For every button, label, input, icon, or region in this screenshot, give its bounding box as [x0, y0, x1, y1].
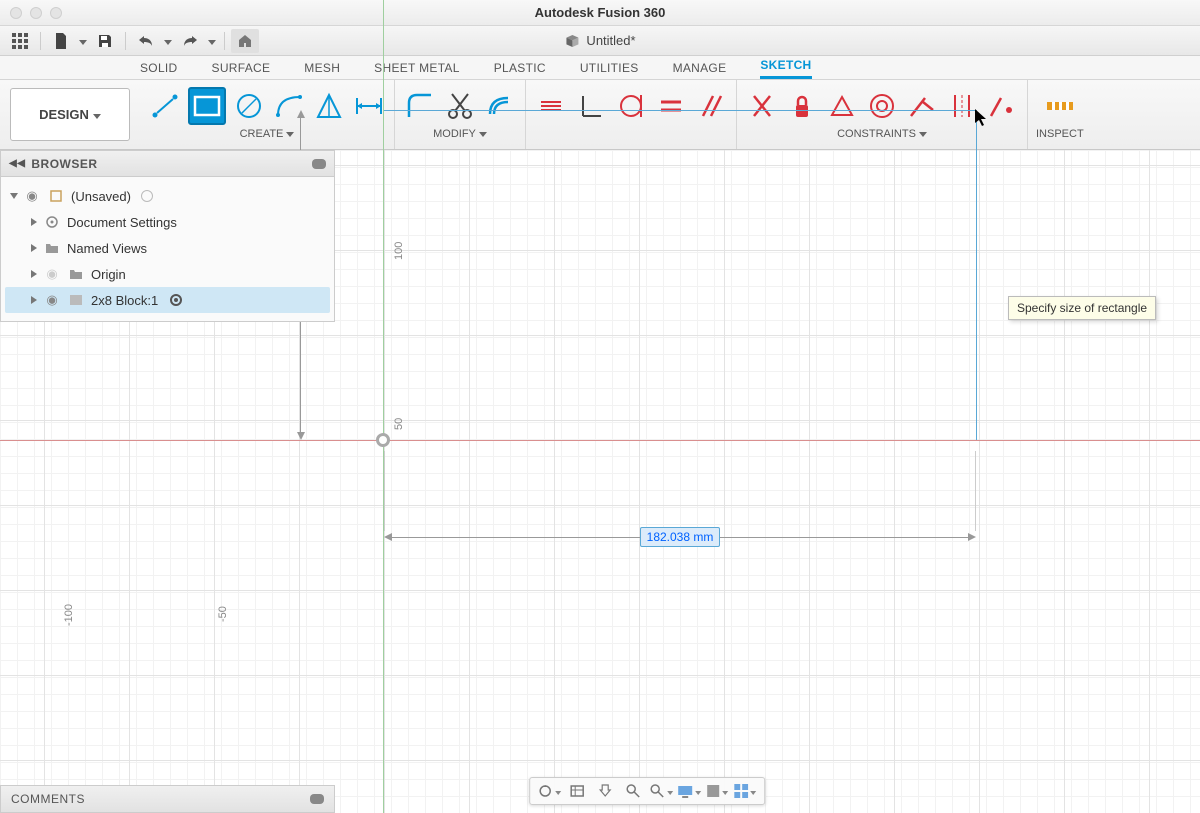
pan-icon[interactable]	[592, 780, 618, 802]
look-at-icon[interactable]	[564, 780, 590, 802]
sketch-rectangle[interactable]	[384, 110, 977, 440]
comments-title: COMMENTS	[11, 792, 85, 806]
undo-dropdown-icon[interactable]	[162, 29, 174, 53]
browser-tree: ◉ (Unsaved) Document Settings Named View…	[1, 177, 334, 321]
ribbon-tabs: SOLID SURFACE MESH SHEET METAL PLASTIC U…	[0, 56, 1200, 80]
tree-document-settings-label: Document Settings	[67, 215, 177, 230]
pin-icon[interactable]	[312, 159, 326, 169]
browser-title: BROWSER	[31, 157, 97, 171]
tree-root[interactable]: ◉ (Unsaved)	[5, 183, 330, 209]
dimension-tool-icon[interactable]	[352, 89, 386, 123]
home-icon[interactable]	[231, 29, 259, 53]
tab-sketch[interactable]: SKETCH	[760, 58, 811, 79]
display-settings-icon[interactable]	[676, 780, 702, 802]
comments-panel-header[interactable]: COMMENTS	[0, 785, 335, 813]
viewport-layout-icon[interactable]	[732, 780, 758, 802]
tab-manage[interactable]: MANAGE	[673, 61, 727, 79]
polygon-tool-icon[interactable]	[312, 89, 346, 123]
x-axis	[0, 440, 1200, 441]
workspace-label: DESIGN	[39, 107, 89, 122]
undo-icon[interactable]	[132, 29, 160, 53]
redo-dropdown-icon[interactable]	[206, 29, 218, 53]
window-controls[interactable]	[0, 7, 62, 19]
browser-panel: ◀◀ BROWSER ◉ (Unsaved) Document Settings…	[0, 150, 335, 322]
tree-origin[interactable]: ◉ Origin	[5, 261, 330, 287]
tab-surface[interactable]: SURFACE	[212, 61, 271, 79]
tree-block-label: 2x8 Block:1	[91, 293, 158, 308]
app-title: Autodesk Fusion 360	[535, 5, 666, 20]
line-tool-icon[interactable]	[148, 89, 182, 123]
dimension-horizontal-leader[interactable]: 182.038 mm	[384, 527, 976, 547]
group-create: CREATE	[140, 80, 395, 149]
tab-sheetmetal[interactable]: SHEET METAL	[374, 61, 460, 79]
rectangle-tool-icon[interactable]	[188, 87, 226, 125]
zoom-icon[interactable]	[620, 780, 646, 802]
gear-icon	[43, 214, 61, 230]
navigation-toolbar	[529, 777, 765, 805]
browser-header[interactable]: ◀◀ BROWSER	[1, 151, 334, 177]
minimize-button[interactable]	[30, 7, 42, 19]
sketch-tooltip: Specify size of rectangle	[1008, 296, 1156, 320]
folder-icon	[43, 240, 61, 256]
component-icon	[67, 292, 85, 308]
window-titlebar: Autodesk Fusion 360	[0, 0, 1200, 26]
document-tab[interactable]: Untitled*	[564, 33, 635, 49]
tree-named-views[interactable]: Named Views	[5, 235, 330, 261]
redo-icon[interactable]	[176, 29, 204, 53]
tree-named-views-label: Named Views	[67, 241, 147, 256]
grid-settings-icon[interactable]	[704, 780, 730, 802]
document-name: Untitled*	[586, 33, 635, 48]
axis-tick-xn100: -100	[63, 604, 75, 626]
group-inspect: INSPECT	[1028, 80, 1092, 149]
dimension-horizontal-value[interactable]: 182.038 mm	[640, 527, 721, 547]
maximize-button[interactable]	[50, 7, 62, 19]
orbit-icon[interactable]	[536, 780, 562, 802]
close-button[interactable]	[10, 7, 22, 19]
file-menu-icon[interactable]	[47, 29, 75, 53]
pin-icon[interactable]	[310, 794, 324, 804]
curvature-constraint-icon[interactable]	[985, 89, 1019, 123]
circle-tool-icon[interactable]	[232, 89, 266, 123]
tree-document-settings[interactable]: Document Settings	[5, 209, 330, 235]
tab-utilities[interactable]: UTILITIES	[580, 61, 639, 79]
folder-icon	[67, 266, 85, 282]
data-panel-icon[interactable]	[6, 29, 34, 53]
save-icon[interactable]	[91, 29, 119, 53]
group-label-inspect[interactable]: INSPECT	[1036, 128, 1084, 142]
inspect-tool-icon[interactable]	[1043, 89, 1077, 123]
tab-mesh[interactable]: MESH	[304, 61, 340, 79]
file-dropdown-icon[interactable]	[77, 29, 89, 53]
axis-tick-xn50: -50	[217, 606, 229, 622]
group-label-create[interactable]: CREATE	[240, 128, 295, 142]
workspace-dropdown[interactable]: DESIGN	[10, 88, 130, 141]
tab-solid[interactable]: SOLID	[140, 61, 178, 79]
tree-root-label: (Unsaved)	[71, 189, 131, 204]
zoom-window-icon[interactable]	[648, 780, 674, 802]
tree-block[interactable]: ◉ 2x8 Block:1	[5, 287, 330, 313]
quick-access-toolbar: Untitled*	[0, 26, 1200, 56]
tree-origin-label: Origin	[91, 267, 126, 282]
tab-plastic[interactable]: PLASTIC	[494, 61, 546, 79]
